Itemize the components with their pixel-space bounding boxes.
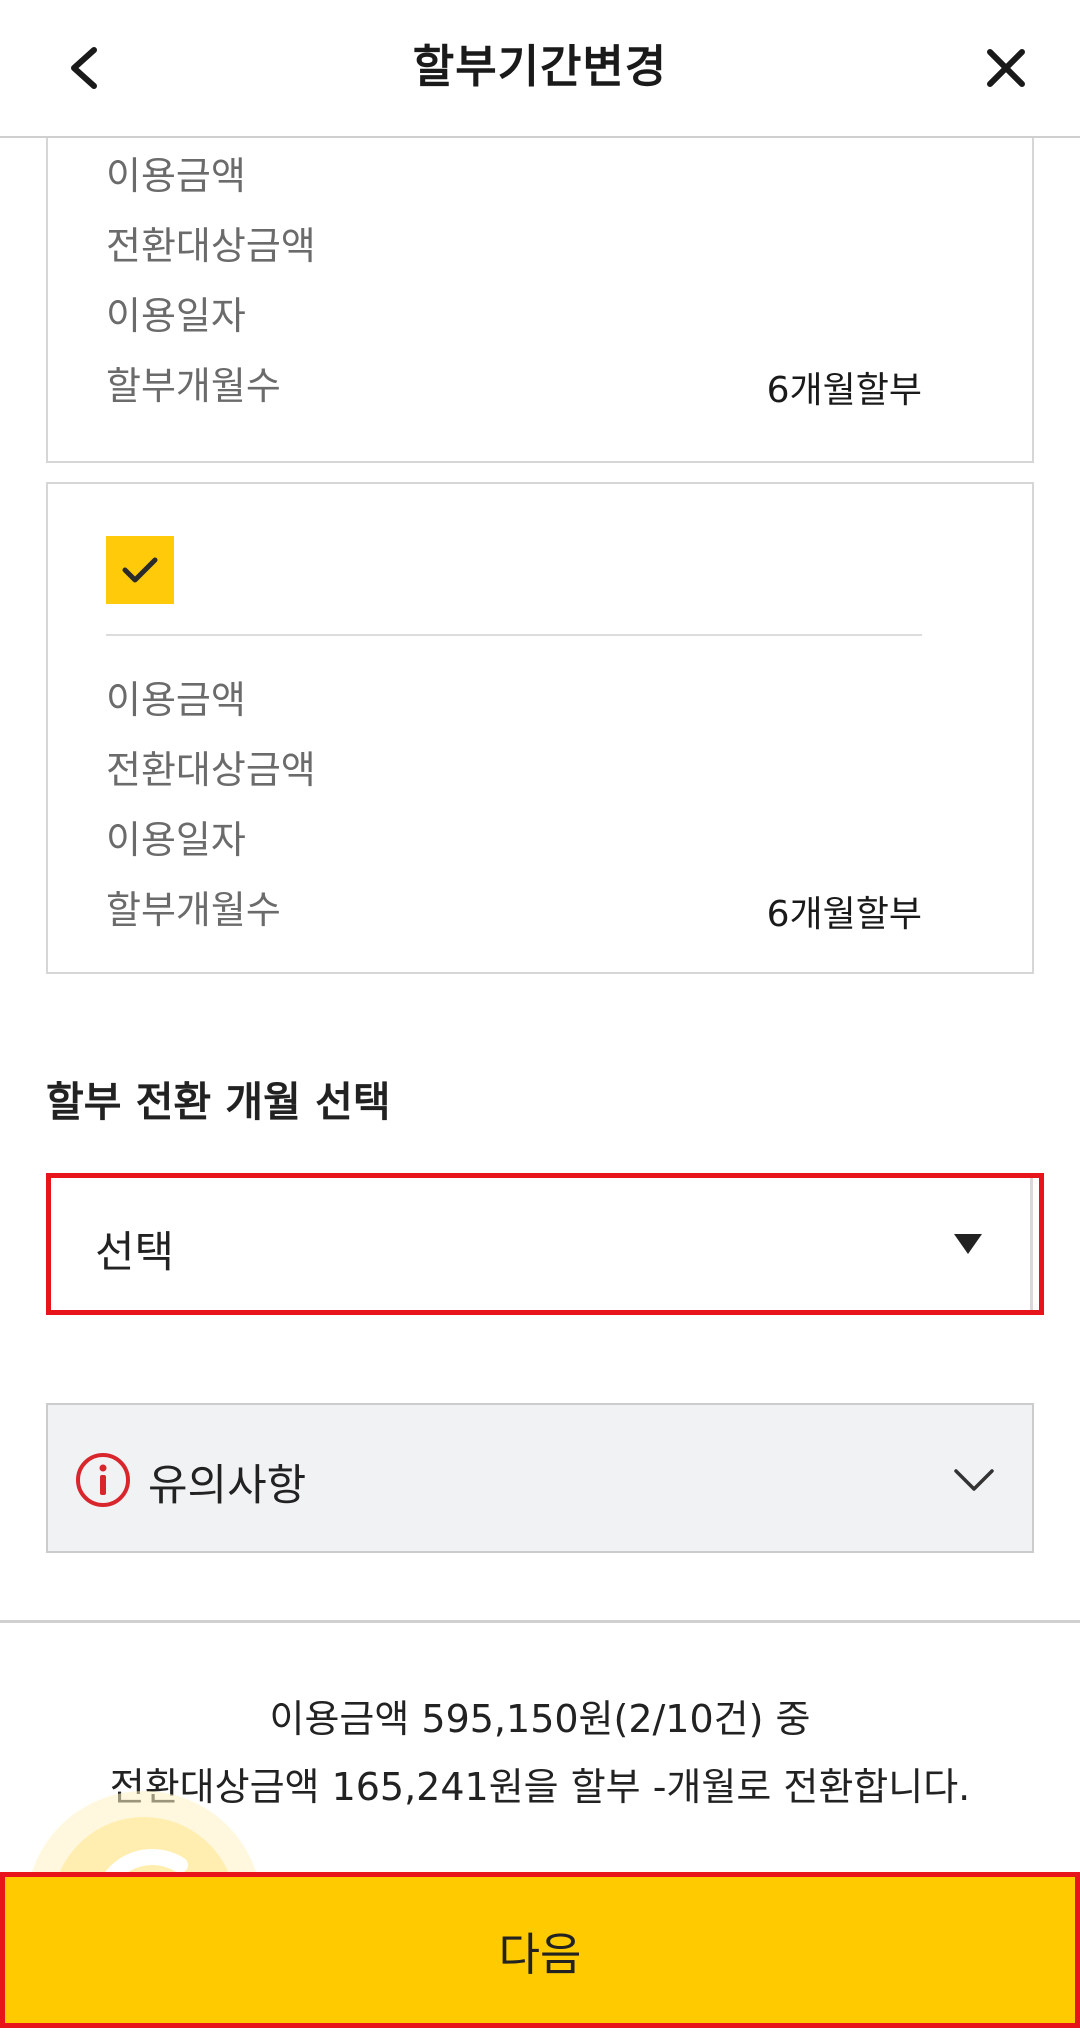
row-label: 이용일자 [106, 817, 246, 862]
detail-row: 이용일자 [106, 282, 922, 342]
next-button-label: 다음 [498, 1927, 582, 1981]
installment-change-screen: 할부기간변경 이용금액 전환대상금액 이용일자 할부개월수 6개월할부 이용금액… [0, 0, 1080, 2040]
notice-label: 유의사항 [148, 1461, 307, 1511]
detail-row: 이용일자 [106, 806, 922, 866]
select-checkbox[interactable] [106, 536, 174, 604]
row-label: 이용금액 [106, 153, 246, 198]
summary-line-2: 전환대상금액 165,241원을 할부 -개월로 전환합니다. [109, 1765, 971, 1809]
detail-row: 이용금액 [106, 666, 922, 726]
summary-line-1: 이용금액 595,150원(2/10건) 중 [269, 1697, 811, 1741]
header: 할부기간변경 [0, 0, 1080, 138]
detail-row: 할부개월수 6개월할부 [106, 352, 922, 412]
row-label: 전환대상금액 [106, 747, 316, 792]
row-label: 할부개월수 [106, 363, 281, 408]
row-label: 이용일자 [106, 293, 246, 338]
installment-section-title: 할부 전환 개월 선택 [46, 1078, 391, 1126]
detail-row: 전환대상금액 [106, 212, 922, 272]
card-divider [106, 634, 922, 636]
detail-row: 전환대상금액 [106, 736, 922, 796]
row-label: 전환대상금액 [106, 223, 316, 268]
row-label: 할부개월수 [106, 887, 281, 932]
dropdown-arrow-icon [954, 1234, 982, 1254]
row-value: 6개월할부 [766, 894, 922, 935]
select-value: 선택 [95, 1228, 175, 1278]
close-icon [987, 49, 1025, 87]
close-button[interactable] [976, 38, 1036, 98]
transaction-card[interactable]: 이용금액 전환대상금액 이용일자 할부개월수 6개월할부 [46, 482, 1034, 974]
notice-accordion[interactable]: 유의사항 [46, 1403, 1034, 1553]
row-label: 이용금액 [106, 677, 246, 722]
transaction-card[interactable]: 이용금액 전환대상금액 이용일자 할부개월수 6개월할부 [46, 138, 1034, 463]
next-button[interactable]: 다음 [0, 1872, 1080, 2028]
select-inner: 선택 [51, 1178, 1033, 1310]
detail-row: 이용금액 [106, 142, 922, 202]
row-value: 6개월할부 [766, 370, 922, 411]
chevron-down-icon [954, 1469, 994, 1491]
info-icon [76, 1453, 130, 1507]
installment-month-select[interactable]: 선택 [46, 1173, 1044, 1315]
checkmark-icon [122, 557, 158, 583]
page-title: 할부기간변경 [412, 40, 668, 93]
detail-row: 할부개월수 6개월할부 [106, 876, 922, 936]
